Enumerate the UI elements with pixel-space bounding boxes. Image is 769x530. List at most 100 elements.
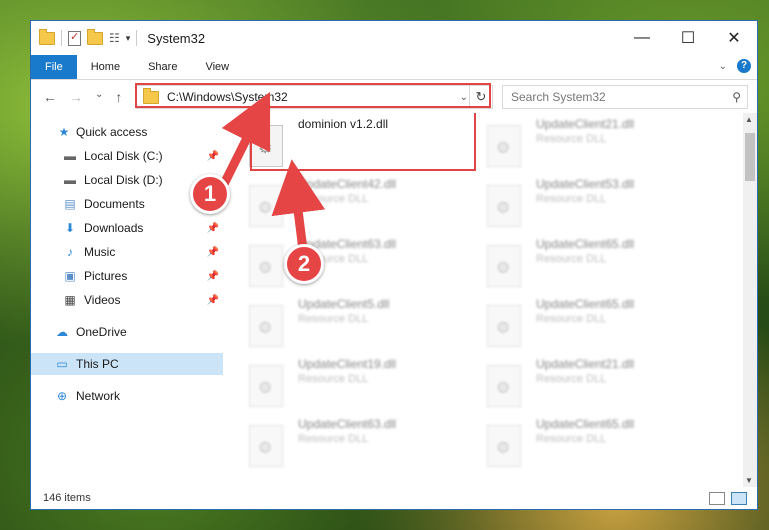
file-type: Resource DLL [298,373,369,385]
file-highlight-box [250,113,476,171]
tab-share[interactable]: Share [134,55,191,79]
address-bar-row: ← → ⌄ ↑ C:\Windows\System32 ⌄ ↻ Search S… [31,80,757,114]
content-area: ★ Quick access ▬ Local Disk (C:) 📌 ▬ Loc… [31,113,757,487]
file-name: UpdateClient42.dll [298,177,397,191]
callout-two-badge: 2 [284,244,324,284]
sidebar-item-label: Videos [84,293,121,307]
sidebar-item-label: Local Disk (C:) [84,149,163,163]
sidebar-item-local-disk-c[interactable]: ▬ Local Disk (C:) 📌 [31,145,223,167]
close-button[interactable]: ✕ [711,21,757,55]
chevron-down-icon[interactable]: ⌄ [719,61,727,72]
cloud-icon: ☁ [56,325,68,339]
file-name: UpdateClient19.dll [298,357,397,371]
dll-file-icon [249,245,283,287]
scroll-down-icon[interactable]: ▼ [745,476,753,485]
sidebar-item-pictures[interactable]: ▣ Pictures 📌 [31,265,223,287]
toolbar-divider [61,30,62,46]
dll-file-icon [249,185,283,227]
file-type: Resource DLL [298,433,369,445]
star-icon: ★ [58,125,70,139]
file-type: Resource DLL [298,193,369,205]
sidebar-item-onedrive[interactable]: ☁ OneDrive [31,321,223,343]
properties-icon[interactable] [68,30,81,46]
file-type: Resource DLL [536,373,607,385]
file-type: Resource DLL [536,133,607,145]
file-item[interactable]: UpdateClient65.dll Resource DLL [469,415,689,467]
file-item[interactable]: UpdateClient5.dll Resource DLL [231,295,451,347]
pictures-icon: ▣ [64,269,76,283]
view-toggle [709,491,747,505]
forward-button[interactable]: → [69,89,83,105]
sidebar-item-videos[interactable]: ▦ Videos 📌 [31,289,223,311]
file-name: UpdateClient65.dll [536,417,635,431]
sidebar-item-label: OneDrive [76,325,127,339]
window-title: System32 [147,30,206,46]
file-item[interactable]: UpdateClient63.dll Resource DLL [231,415,451,467]
dll-file-icon [487,245,521,287]
sidebar-item-label: Local Disk (D:) [84,173,163,187]
dll-file-icon [487,185,521,227]
tab-view[interactable]: View [191,55,243,79]
customize-icon[interactable]: ☷ [109,31,120,45]
pin-icon: 📌 [206,294,219,306]
scrollbar-thumb[interactable] [745,133,755,181]
tab-file[interactable]: File [31,55,77,79]
file-item[interactable]: UpdateClient21.dll Resource DLL [469,115,689,167]
minimize-button[interactable]: — [619,21,665,55]
file-item[interactable]: UpdateClient65.dll Resource DLL [469,235,689,287]
file-item[interactable]: UpdateClient42.dll Resource DLL [231,175,451,227]
vertical-scrollbar[interactable]: ▲ ▼ [743,113,757,487]
computer-icon: ▭ [56,357,68,371]
help-icon[interactable]: ? [737,59,751,73]
toolbar-dropdown-icon[interactable]: ▾ [126,33,131,44]
maximize-button[interactable]: ☐ [665,21,711,55]
sidebar-item-quick-access[interactable]: ★ Quick access [31,121,223,143]
back-button[interactable]: ← [43,89,57,105]
document-icon: ▤ [64,197,76,211]
title-bar: ☷ ▾ System32 — ☐ ✕ [31,21,757,55]
sidebar-item-label: Downloads [84,221,144,235]
up-button[interactable]: ↑ [115,89,122,105]
file-name: UpdateClient21.dll [536,117,635,131]
file-name: UpdateClient21.dll [536,357,635,371]
tab-home[interactable]: Home [77,55,134,79]
file-item[interactable]: UpdateClient21.dll Resource DLL [469,355,689,407]
window-controls: — ☐ ✕ [619,21,757,55]
sidebar-item-network[interactable]: ⊕ Network [31,385,223,407]
ribbon: File Home Share View ⌄ ? [31,55,757,80]
navigation-buttons: ← → ⌄ ↑ [43,89,122,105]
folder-icon [39,28,55,45]
sidebar-item-label: Documents [84,197,145,211]
network-icon: ⊕ [56,389,68,403]
dll-file-icon [249,425,283,467]
navigation-pane: ★ Quick access ▬ Local Disk (C:) 📌 ▬ Loc… [31,113,223,487]
callout-one-badge: 1 [190,174,230,214]
drive-icon: ▬ [64,149,76,163]
sidebar-item-label: This PC [76,357,119,371]
details-view-icon[interactable] [709,491,725,505]
file-type: Resource DLL [536,313,607,325]
pin-icon: 📌 [206,150,219,162]
sidebar-item-this-pc[interactable]: ▭ This PC [31,353,223,375]
recent-locations-button[interactable]: ⌄ [95,89,103,105]
pin-icon: 📌 [206,270,219,282]
file-name: UpdateClient63.dll [298,417,397,431]
large-icons-view-icon[interactable] [731,491,747,505]
scroll-up-icon[interactable]: ▲ [745,115,753,124]
new-folder-icon[interactable] [87,28,103,45]
file-item[interactable]: UpdateClient53.dll Resource DLL [469,175,689,227]
file-name: UpdateClient65.dll [536,237,635,251]
sidebar-item-label: Pictures [84,269,128,283]
search-input[interactable]: Search System32 ⚲ [502,85,748,109]
sidebar-item-music[interactable]: ♪ Music 📌 [31,241,223,263]
sidebar-item-downloads[interactable]: ⬇ Downloads 📌 [31,217,223,239]
file-list: dominion v1.2.dll UpdateClient42.dll Res… [231,113,743,487]
file-item[interactable]: UpdateClient19.dll Resource DLL [231,355,451,407]
search-placeholder: Search System32 [511,90,606,104]
sidebar-item-label: Music [84,245,116,259]
file-item[interactable]: UpdateClient65.dll Resource DLL [469,295,689,347]
download-icon: ⬇ [64,221,76,235]
file-type: Resource DLL [536,433,607,445]
title-divider [136,30,138,46]
file-item[interactable]: UpdateClient63.dll Resource DLL [231,235,451,287]
